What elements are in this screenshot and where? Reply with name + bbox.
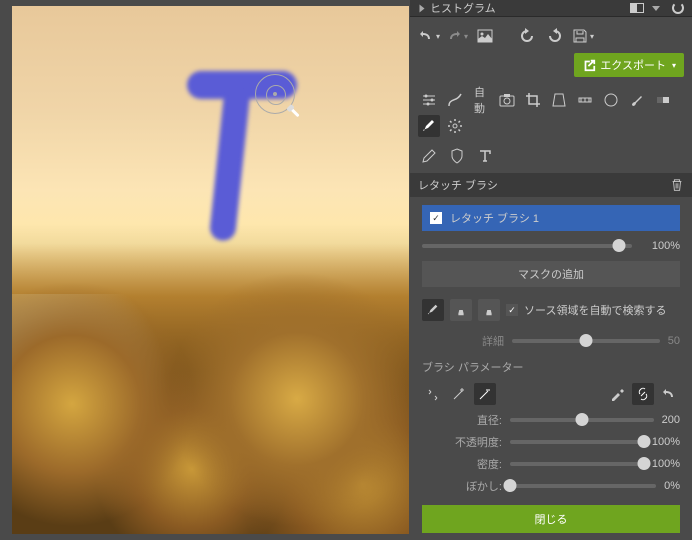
sliders-icon[interactable]: [418, 89, 440, 111]
density-row: 密度: 100%: [410, 453, 692, 475]
brush-list-item[interactable]: ✓ レタッチ ブラシ 1: [422, 205, 680, 231]
eyedropper-icon[interactable]: [606, 383, 628, 405]
mode-brush-button[interactable]: [422, 299, 444, 321]
sparkle-icon[interactable]: [422, 383, 444, 405]
brush-opacity-slider-row: 100%: [410, 237, 692, 255]
detail-slider[interactable]: [512, 339, 660, 343]
image-canvas[interactable]: [12, 6, 409, 534]
camera-icon[interactable]: [496, 89, 518, 111]
diameter-value: 200: [662, 414, 680, 426]
auto-source-label: ソース領域を自動で検索する: [524, 302, 666, 318]
retouch-section-header: レタッチ ブラシ: [410, 173, 692, 197]
link-icon[interactable]: [632, 383, 654, 405]
detail-label: 詳細: [482, 333, 504, 349]
opacity-slider[interactable]: [510, 440, 644, 444]
shield-icon[interactable]: [446, 145, 468, 167]
wand-plus-icon[interactable]: [448, 383, 470, 405]
density-slider[interactable]: [510, 462, 644, 466]
perspective-icon[interactable]: [548, 89, 570, 111]
export-button[interactable]: エクスポート ▾: [574, 53, 684, 77]
histogram-header[interactable]: ヒストグラム: [410, 0, 692, 17]
undo-button[interactable]: ▾: [418, 25, 440, 47]
brush-cursor-center: [273, 92, 277, 96]
circle-icon[interactable]: [600, 89, 622, 111]
brush-opacity-value: 100%: [640, 240, 680, 252]
dropdown-icon: ▾: [672, 61, 676, 70]
diameter-label: 直径:: [422, 412, 502, 428]
gradient-icon[interactable]: [652, 89, 674, 111]
curves-icon[interactable]: [444, 89, 466, 111]
mode-stamp1-button[interactable]: [450, 299, 472, 321]
image-icon[interactable]: [474, 25, 496, 47]
add-mask-button[interactable]: マスクの追加: [422, 261, 680, 287]
trash-icon[interactable]: [670, 178, 684, 192]
split-view-icon[interactable]: [630, 3, 644, 13]
rotate-right-button[interactable]: [544, 25, 566, 47]
opacity-value: 100%: [652, 436, 680, 448]
canvas-area: [0, 0, 410, 540]
export-icon: [582, 58, 596, 72]
density-label: 密度:: [422, 456, 502, 472]
blur-slider[interactable]: [510, 484, 656, 488]
export-label: エクスポート: [600, 57, 666, 73]
side-panel: ヒストグラム ▾ ▾ ▾ エクスポート ▾ 自動: [410, 0, 692, 540]
opacity-row: 不透明度: 100%: [410, 431, 692, 453]
histogram-title: ヒストグラム: [430, 0, 630, 16]
text-tool-icon[interactable]: [474, 145, 496, 167]
source-options-row: ✓ ソース領域を自動で検索する: [410, 293, 692, 327]
opacity-label: 不透明度:: [422, 434, 502, 450]
param-tools-row: [410, 379, 692, 409]
detail-slider-row: 詳細 50: [410, 327, 692, 355]
diameter-slider[interactable]: [510, 418, 654, 422]
progress-icon[interactable]: [672, 2, 684, 14]
brush-params-header: ブラシ パラメーター: [410, 355, 692, 379]
close-button[interactable]: 閉じる: [422, 505, 680, 533]
auto-button[interactable]: 自動: [470, 89, 492, 111]
straighten-icon[interactable]: [574, 89, 596, 111]
brush-tool-icon[interactable]: [626, 89, 648, 111]
brush-visibility-checkbox[interactable]: ✓: [430, 212, 442, 224]
save-button[interactable]: ▾: [572, 25, 594, 47]
retouch-brush-icon[interactable]: [418, 115, 440, 137]
density-value: 100%: [652, 458, 680, 470]
tool-row-2: [410, 145, 692, 173]
blur-row: ぼかし: 0%: [410, 475, 692, 497]
dropdown-icon[interactable]: [652, 6, 660, 11]
brush-opacity-slider[interactable]: [422, 244, 632, 248]
tool-row-1: 自動: [410, 85, 692, 145]
main-toolbar: ▾ ▾ ▾ エクスポート ▾: [410, 17, 692, 85]
blur-label: ぼかし:: [422, 478, 502, 494]
crop-icon[interactable]: [522, 89, 544, 111]
revert-icon[interactable]: [658, 383, 680, 405]
pencil-icon[interactable]: [418, 145, 440, 167]
detail-value: 50: [668, 335, 680, 347]
mode-stamp2-button[interactable]: [478, 299, 500, 321]
brush-name: レタッチ ブラシ 1: [450, 210, 539, 226]
diameter-row: 直径: 200: [410, 409, 692, 431]
rotate-left-button[interactable]: [516, 25, 538, 47]
section-title: レタッチ ブラシ: [418, 177, 498, 193]
wand-minus-icon[interactable]: [474, 383, 496, 405]
gear-icon[interactable]: [444, 115, 466, 137]
collapse-icon: [420, 4, 425, 12]
redo-button[interactable]: ▾: [446, 25, 468, 47]
blur-value: 0%: [664, 480, 680, 492]
auto-source-checkbox[interactable]: ✓: [506, 304, 518, 316]
image-content: [12, 224, 409, 534]
